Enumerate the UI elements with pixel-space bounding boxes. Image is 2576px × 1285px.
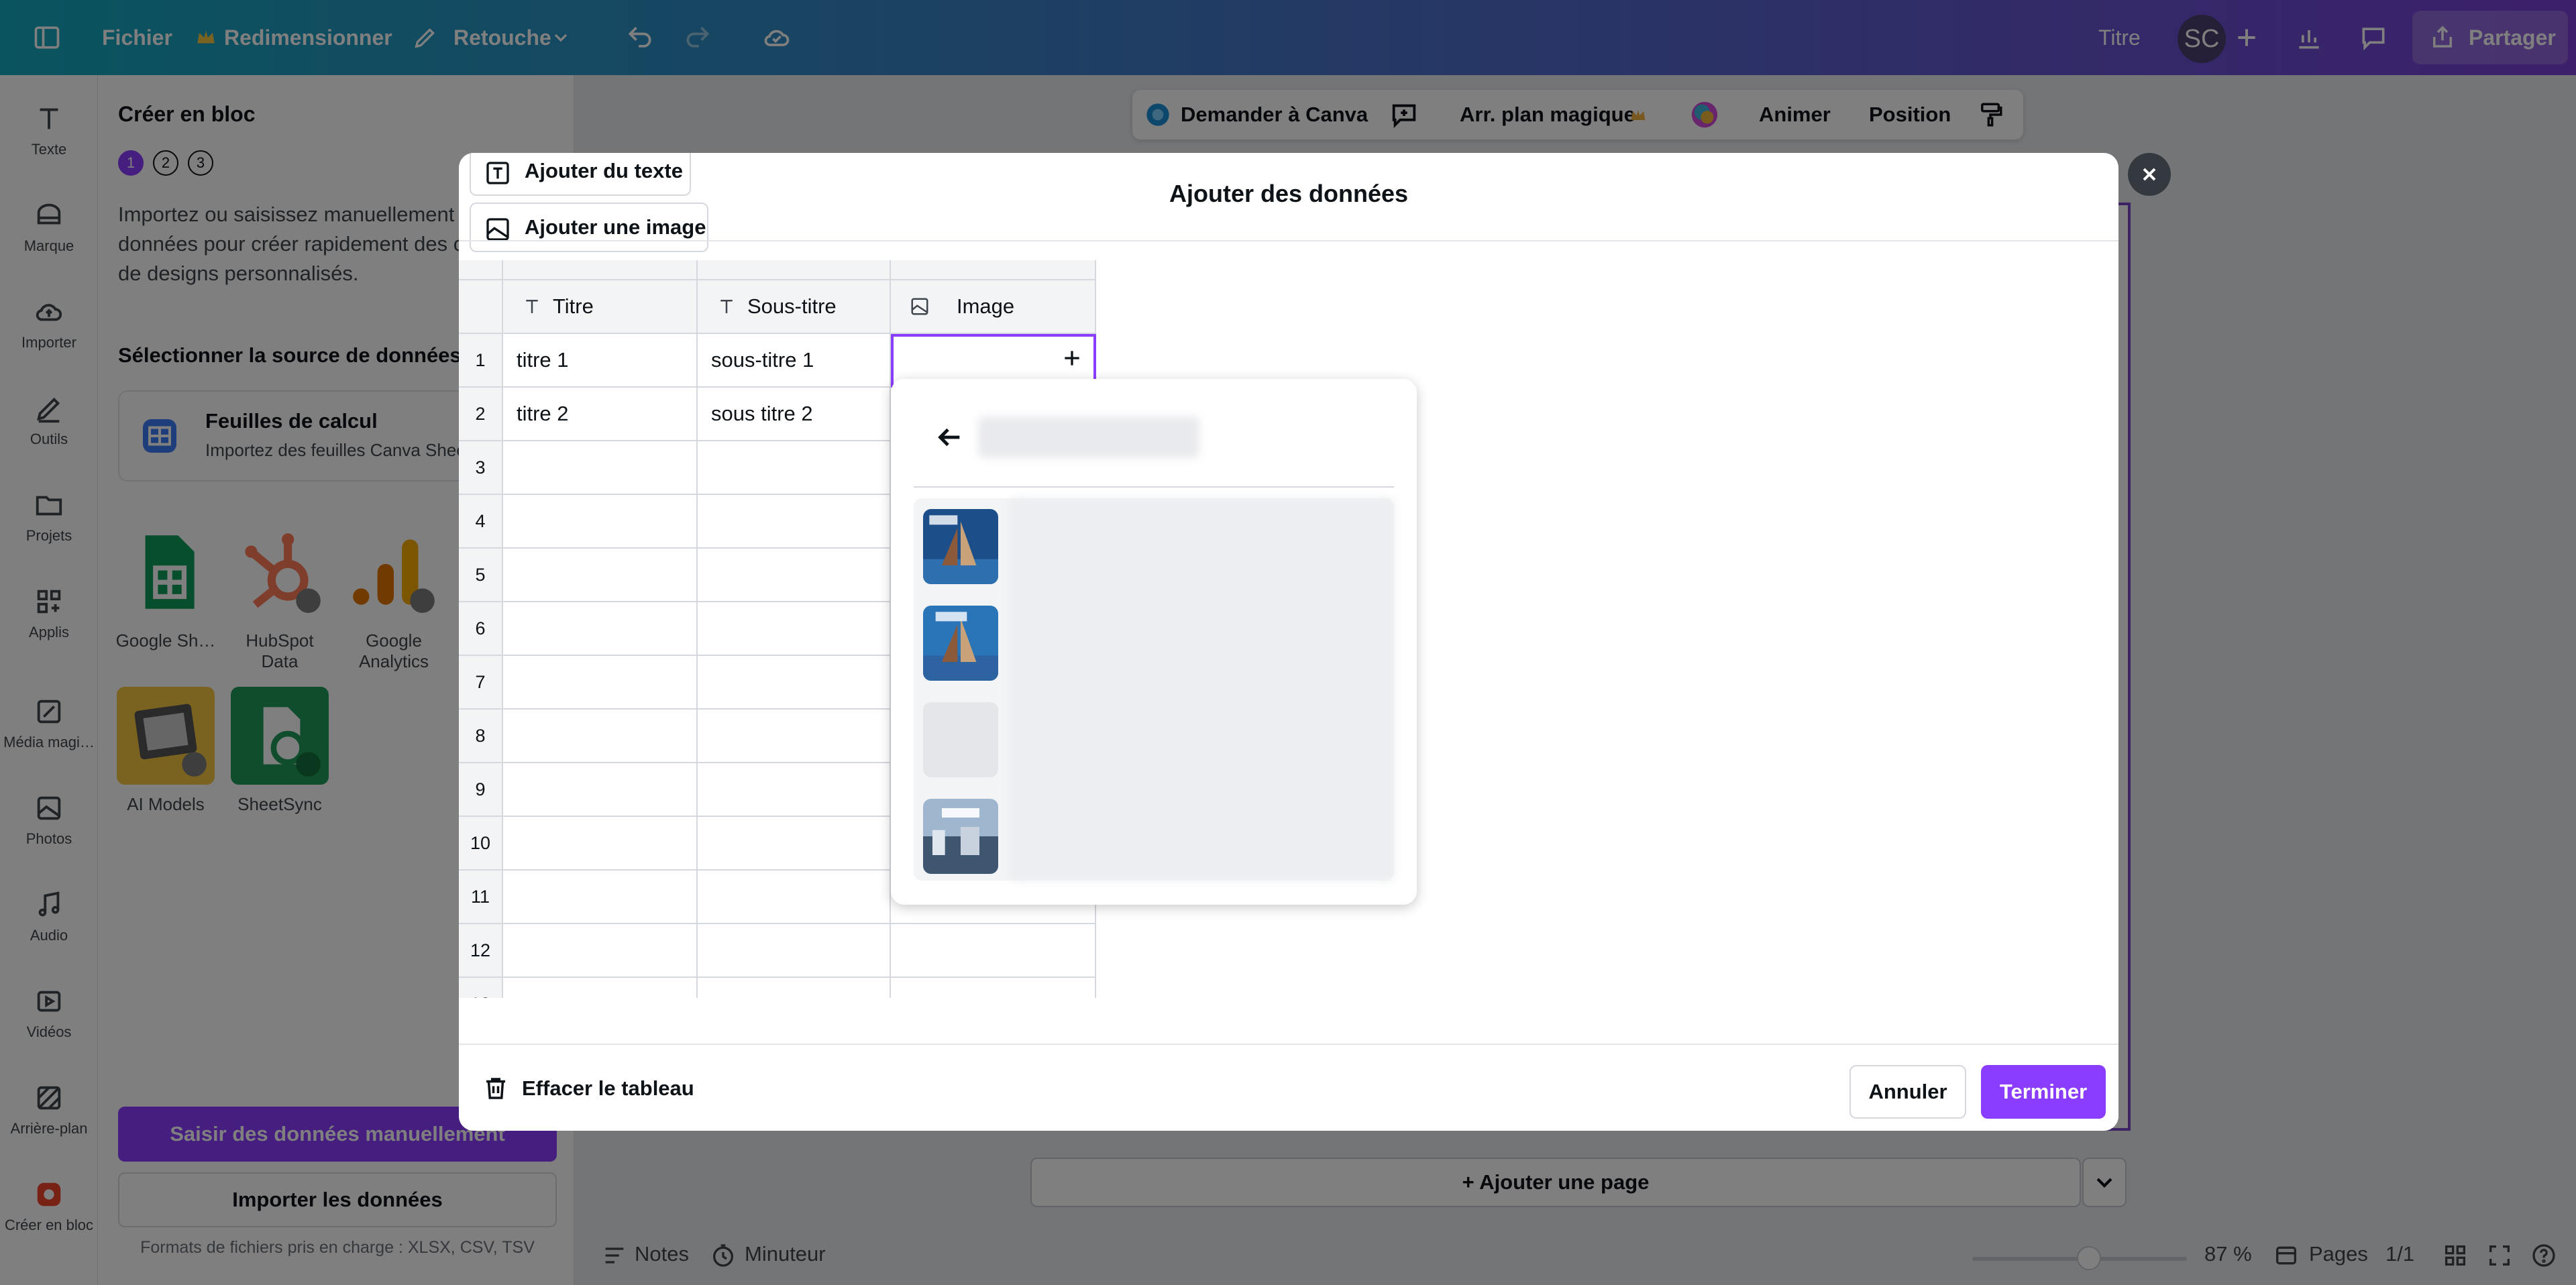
table-cell[interactable]: [698, 924, 891, 978]
clear-table-button[interactable]: Effacer le tableau: [482, 1074, 694, 1103]
add-image-icon: [484, 216, 511, 243]
table-cell[interactable]: [503, 817, 698, 871]
image-thumbnail[interactable]: [923, 606, 998, 681]
cell-value: titre 1: [517, 348, 569, 372]
table-row-spacer: [891, 260, 1096, 280]
image-picker-popup: [891, 379, 1417, 905]
row-number: 3: [459, 441, 503, 495]
table-cell[interactable]: [698, 495, 891, 549]
table-cell[interactable]: [698, 817, 891, 871]
row-number: 4: [459, 495, 503, 549]
column-header-image[interactable]: Image: [891, 280, 1096, 334]
table-cell[interactable]: [698, 441, 891, 495]
modal-title: Ajouter des données: [1169, 180, 1409, 207]
back-arrow-icon[interactable]: [934, 422, 965, 453]
image-thumbnail[interactable]: [923, 509, 998, 584]
close-icon: [2143, 168, 2156, 181]
table-cell[interactable]: titre 2: [503, 388, 698, 441]
cell-value: sous titre 2: [711, 402, 813, 425]
row-number: 11: [459, 871, 503, 924]
table-cell[interactable]: [503, 549, 698, 602]
row-number: 13: [459, 978, 503, 998]
add-image-label: Ajouter une image: [525, 215, 706, 239]
table-cell[interactable]: [503, 924, 698, 978]
table-cell[interactable]: [698, 602, 891, 656]
row-number: 5: [459, 549, 503, 602]
table-cell[interactable]: titre 1: [503, 334, 698, 388]
table-cell[interactable]: [891, 924, 1096, 978]
modal-header-divider: [459, 240, 2118, 241]
row-number: 1: [459, 334, 503, 388]
column-header-title[interactable]: Titre: [503, 280, 698, 334]
close-modal-button[interactable]: [2128, 153, 2171, 196]
row-number: 12: [459, 924, 503, 978]
trash-icon: [482, 1074, 510, 1103]
cancel-button[interactable]: Annuler: [1849, 1065, 1966, 1119]
table-cell[interactable]: [503, 871, 698, 924]
row-number: 9: [459, 763, 503, 817]
table-cell[interactable]: sous titre 2: [698, 388, 891, 441]
table-row-spacer: [698, 260, 891, 280]
done-button[interactable]: Terminer: [1981, 1065, 2106, 1119]
table-cell[interactable]: [503, 441, 698, 495]
row-number: 6: [459, 602, 503, 656]
table-cell[interactable]: [698, 710, 891, 763]
table-cell[interactable]: sous-titre 1: [698, 334, 891, 388]
column-header-label: Sous-titre: [747, 294, 837, 318]
table-cell[interactable]: [891, 978, 1096, 998]
picker-divider: [914, 486, 1394, 488]
row-number: 10: [459, 817, 503, 871]
table-cell[interactable]: [503, 763, 698, 817]
image-thumbnail[interactable]: [923, 702, 998, 777]
table-cell[interactable]: [503, 602, 698, 656]
modal-footer: Effacer le tableau Annuler Terminer: [459, 1044, 2118, 1131]
row-number: 2: [459, 388, 503, 441]
table-cell[interactable]: [698, 549, 891, 602]
table-cell[interactable]: [503, 978, 698, 998]
table-cell[interactable]: [698, 871, 891, 924]
image-column-icon: [910, 296, 930, 317]
picker-folder-title: [978, 416, 1199, 458]
image-thumbnail[interactable]: [923, 799, 998, 874]
text-column-icon: [522, 296, 542, 317]
table-cell[interactable]: [503, 656, 698, 710]
table-cell[interactable]: [698, 763, 891, 817]
row-number: 8: [459, 710, 503, 763]
table-cell[interactable]: [698, 978, 891, 998]
table-row-spacer: [503, 260, 698, 280]
row-number: 7: [459, 656, 503, 710]
column-header-label: Image: [957, 294, 1015, 318]
cell-value: sous-titre 1: [711, 348, 814, 372]
table-cell[interactable]: [698, 656, 891, 710]
column-header-label: Titre: [553, 294, 594, 318]
add-image-column-button[interactable]: Ajouter une image: [470, 203, 708, 252]
table-cell[interactable]: [503, 710, 698, 763]
clear-table-label: Effacer le tableau: [522, 1076, 694, 1100]
table-corner: [459, 280, 503, 334]
cell-value: titre 2: [517, 402, 569, 425]
table-corner: [459, 260, 503, 280]
text-column-icon: [716, 296, 737, 317]
picker-list-blur: [1009, 498, 1394, 881]
column-header-subtitle[interactable]: Sous-titre: [698, 280, 891, 334]
add-image-plus-icon[interactable]: [1061, 347, 1083, 369]
table-cell[interactable]: [503, 495, 698, 549]
